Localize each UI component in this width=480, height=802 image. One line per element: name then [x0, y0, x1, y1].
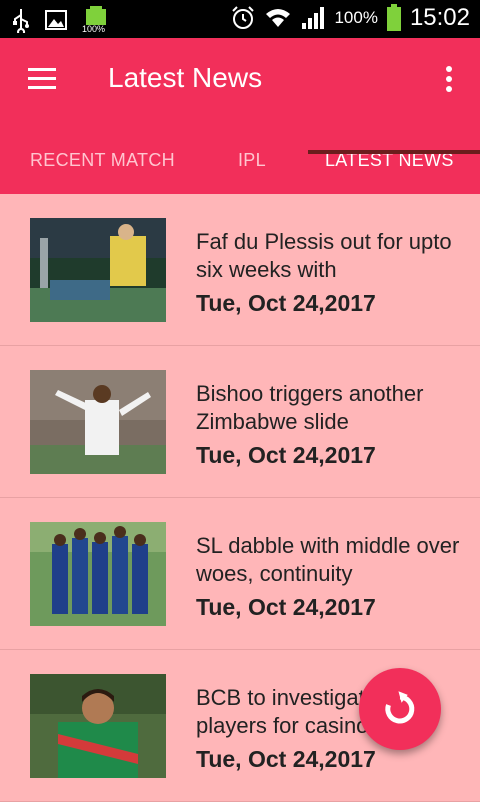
clock: 15:02 — [409, 4, 470, 31]
news-headline: Bishoo triggers another Zimbabwe slide — [196, 381, 424, 434]
tab-latest-news[interactable]: LATEST NEWS — [325, 138, 454, 194]
tab-bar: RECENT MATCH IPL LATEST NEWS — [0, 138, 480, 194]
news-headline: Faf du Plessis out for upto six weeks wi… — [196, 229, 452, 282]
page-title: Latest News — [108, 62, 263, 93]
overflow-menu-icon[interactable] — [446, 66, 454, 96]
news-thumbnail — [30, 674, 166, 778]
news-date: Tue, Oct 24,2017 — [196, 290, 376, 316]
battery-small-label: 100% — [82, 24, 106, 34]
app-bar: Latest News RECENT MATCH IPL LATEST NEWS — [0, 38, 480, 194]
battery-notification-icon: 100% — [82, 6, 110, 34]
usb-icon — [13, 9, 29, 33]
wifi-icon — [266, 9, 291, 27]
signal-icon — [302, 7, 325, 29]
news-item[interactable]: Faf du Plessis out for upto six weeks wi… — [0, 194, 480, 346]
news-date: Tue, Oct 24,2017 — [196, 442, 376, 468]
news-thumbnail — [30, 370, 166, 474]
news-item[interactable]: SL dabble with middle over woes, continu… — [0, 498, 480, 650]
image-icon — [45, 10, 67, 30]
refresh-icon — [385, 691, 415, 724]
tab-indicator — [308, 150, 480, 154]
tab-recent-match[interactable]: RECENT MATCH — [30, 138, 175, 194]
battery-percent: 100% — [334, 8, 378, 27]
news-thumbnail — [30, 522, 166, 626]
news-headline: SL dabble with middle over woes, continu… — [196, 533, 460, 586]
news-item[interactable]: Bishoo triggers another Zimbabwe slide T… — [0, 346, 480, 498]
news-date: Tue, Oct 24,2017 — [196, 746, 376, 772]
battery-icon — [386, 4, 401, 31]
news-thumbnail — [30, 218, 166, 322]
alarm-icon — [232, 6, 255, 29]
news-date: Tue, Oct 24,2017 — [196, 594, 376, 620]
tab-ipl[interactable]: IPL — [238, 138, 266, 194]
refresh-button[interactable] — [359, 668, 441, 750]
status-bar: 100% 100% 15:02 — [0, 0, 480, 38]
hamburger-icon[interactable] — [28, 68, 56, 92]
